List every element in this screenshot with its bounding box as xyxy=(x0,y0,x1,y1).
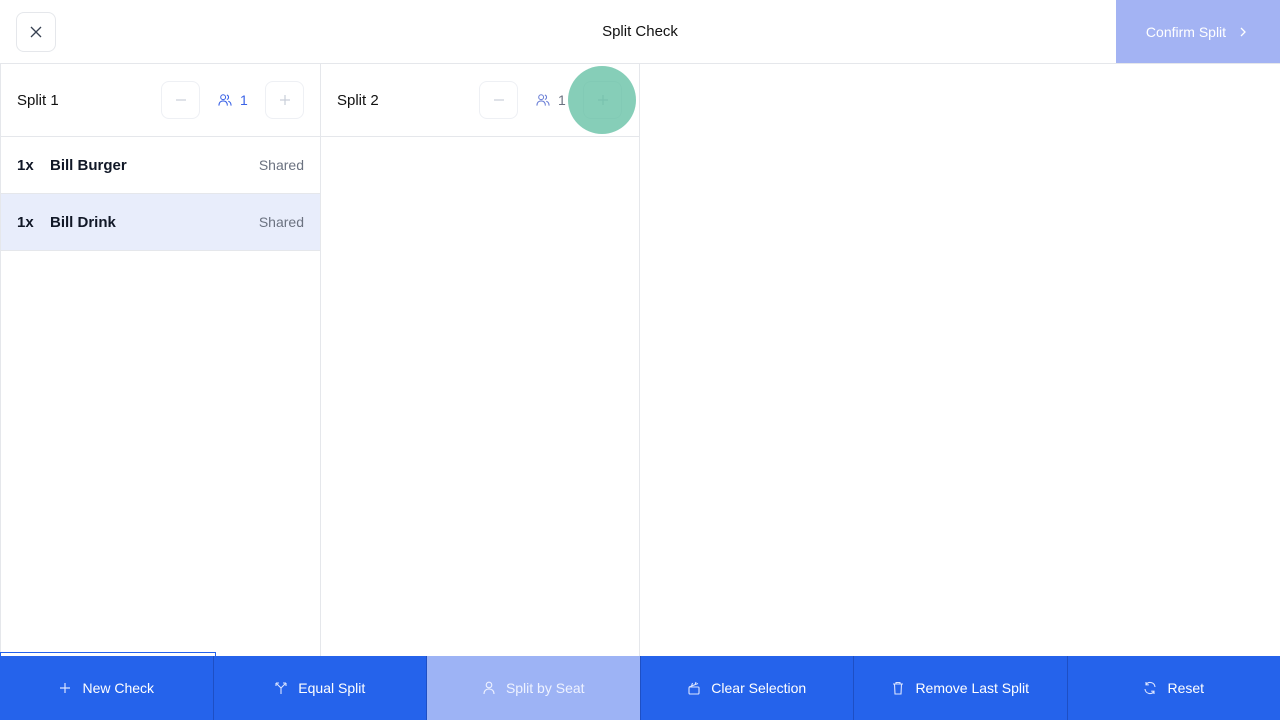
item-quantity: 1x xyxy=(17,157,34,174)
users-icon xyxy=(218,93,232,107)
item-name: Bill Burger xyxy=(50,157,127,174)
clear-selection-label: Clear Selection xyxy=(711,680,807,696)
plus-icon xyxy=(596,93,610,107)
clear-selection-button[interactable]: Clear Selection xyxy=(641,656,854,720)
split-by-seat-label: Split by Seat xyxy=(505,680,585,696)
reset-button[interactable]: Reset xyxy=(1068,656,1280,720)
split-column-2: Split 2 1 xyxy=(321,64,640,656)
confirm-split-label: Confirm Split xyxy=(1145,23,1227,40)
split-title: Split 2 xyxy=(337,92,379,109)
split-arrows-icon xyxy=(274,681,288,695)
equal-split-label: Equal Split xyxy=(298,680,366,696)
increase-seats-button[interactable] xyxy=(265,81,304,119)
refresh-icon xyxy=(1143,681,1157,695)
remove-last-split-label: Remove Last Split xyxy=(915,680,1030,696)
close-button[interactable] xyxy=(16,12,56,52)
confirm-split-button[interactable]: Confirm Split xyxy=(1116,0,1280,63)
seat-count: 1 xyxy=(218,81,248,119)
split-column-1: Split 1 1 1x Bill Burger Shared 1x Bill … xyxy=(0,64,321,656)
split-header: Split 1 1 xyxy=(1,64,320,137)
increase-seats-button[interactable] xyxy=(583,81,622,119)
shared-tag: Shared xyxy=(258,214,304,230)
remove-last-split-button[interactable]: Remove Last Split xyxy=(854,656,1068,720)
user-icon xyxy=(482,681,496,695)
header-bar: Split Check Confirm Split xyxy=(0,0,1280,64)
equal-split-button[interactable]: Equal Split xyxy=(214,656,427,720)
seat-count-value: 1 xyxy=(240,92,248,108)
minus-icon xyxy=(174,93,188,107)
page-title: Split Check xyxy=(602,23,678,40)
list-item[interactable]: 1x Bill Burger Shared xyxy=(1,137,320,194)
plus-icon xyxy=(58,681,72,695)
list-item[interactable]: 1x Bill Drink Shared xyxy=(1,194,320,251)
users-icon xyxy=(536,93,550,107)
split-by-seat-button[interactable]: Split by Seat xyxy=(427,656,641,720)
seat-count: 1 xyxy=(536,81,566,119)
shared-tag: Shared xyxy=(258,157,304,173)
item-quantity: 1x xyxy=(17,214,34,231)
new-check-button[interactable]: New Check xyxy=(0,656,214,720)
chevron-right-icon xyxy=(1236,25,1250,39)
split-header: Split 2 1 xyxy=(321,64,639,137)
bottom-toolbar: New Check Equal Split Split by Seat Clea… xyxy=(0,656,1280,720)
split-columns: Split 1 1 1x Bill Burger Shared 1x Bill … xyxy=(0,64,1280,656)
item-name: Bill Drink xyxy=(50,214,116,231)
plus-icon xyxy=(278,93,292,107)
split-title: Split 1 xyxy=(17,92,59,109)
decrease-seats-button[interactable] xyxy=(479,81,518,119)
close-icon xyxy=(29,25,43,39)
decrease-seats-button[interactable] xyxy=(161,81,200,119)
trash-icon xyxy=(891,681,905,695)
clear-icon xyxy=(687,681,701,695)
reset-label: Reset xyxy=(1167,680,1205,696)
new-check-label: New Check xyxy=(82,680,155,696)
seat-count-value: 1 xyxy=(558,92,566,108)
minus-icon xyxy=(492,93,506,107)
